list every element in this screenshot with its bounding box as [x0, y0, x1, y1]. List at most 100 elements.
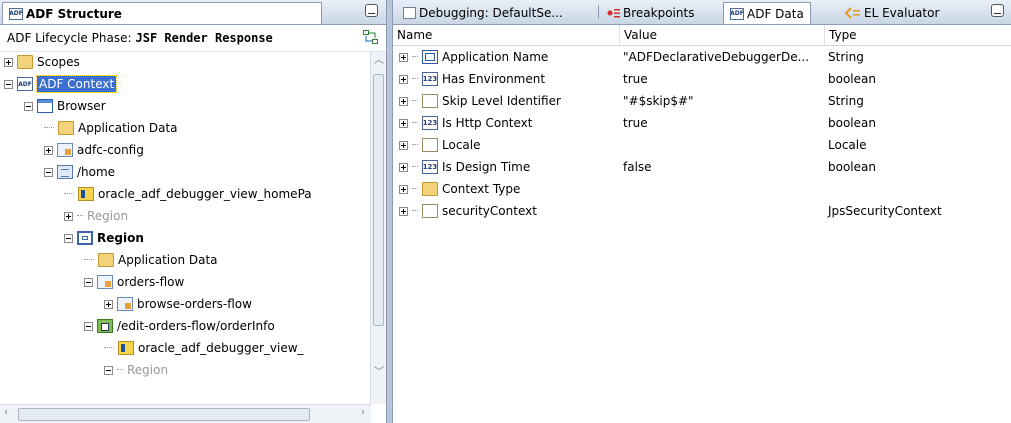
tree-node[interactable]: browse-orders-flow — [104, 294, 252, 314]
minimize-button[interactable] — [991, 4, 1004, 17]
tab-label: ADF Data — [747, 6, 804, 21]
scroll-up-icon[interactable]: ︿ — [374, 56, 384, 66]
column-name[interactable]: Name — [393, 25, 619, 45]
expand-icon[interactable] — [399, 206, 408, 216]
table-row[interactable]: Skip Level Identifier "#$skip$#" String — [393, 90, 1011, 112]
table-row[interactable]: 123 Is Http Context true boolean — [393, 112, 1011, 134]
tab-label: Breakpoints — [623, 6, 695, 20]
browser-icon — [37, 99, 53, 113]
expand-icon[interactable] — [4, 57, 13, 67]
jsp-icon — [118, 341, 134, 355]
column-type[interactable]: Type — [824, 25, 1011, 45]
tree-node-label: orders-flow — [117, 275, 185, 289]
field-icon — [422, 138, 438, 152]
tree-node[interactable]: oracle_adf_debugger_view_homePa — [64, 184, 312, 204]
tree-node[interactable]: ADF ADF Context — [4, 74, 118, 94]
adf-icon: ADF — [730, 7, 744, 20]
cell-name: 123 Is Design Time — [393, 160, 619, 174]
expand-icon[interactable] — [399, 96, 408, 106]
expand-icon[interactable] — [399, 140, 408, 150]
tree-node[interactable]: orders-flow — [84, 272, 184, 292]
tree-node[interactable]: /edit-orders-flow/orderInfo — [84, 316, 275, 336]
tree-node-label: browse-orders-flow — [137, 297, 252, 311]
adf-structure-panel: ADF ADF Structure ADF Lifecycle Phase: J… — [0, 0, 387, 423]
tree-node[interactable]: adfc-config — [44, 140, 144, 160]
tree-node[interactable]: Region — [64, 206, 128, 226]
tab-label: ADF Structure — [26, 6, 122, 21]
row-name: Has Environment — [442, 72, 546, 86]
row-name: Skip Level Identifier — [442, 94, 561, 108]
scroll-right-icon[interactable]: › — [361, 408, 365, 418]
tab-el-evaluator[interactable]: EL Evaluator — [839, 2, 945, 24]
table-row[interactable]: 123 Is Design Time false boolean — [393, 156, 1011, 178]
cell-name: Context Type — [393, 182, 619, 196]
adf-data-panel: Debugging: DefaultSe... Breakpoints ADF … — [392, 0, 1011, 423]
tree-node[interactable]: Region — [64, 228, 144, 248]
tree-node[interactable]: oracle_adf_debugger_view_ — [104, 338, 304, 358]
table-row[interactable]: 123 Has Environment true boolean — [393, 68, 1011, 90]
tab-adf-data[interactable]: ADF ADF Data — [723, 2, 811, 24]
structure-tree: Scopes ADF ADF Context Browser Application D… — [0, 52, 370, 404]
number-icon: 123 — [422, 160, 438, 174]
tab-adf-structure[interactable]: ADF ADF Structure — [2, 2, 322, 24]
tree-node-label: /home — [77, 165, 116, 179]
tree-node[interactable]: Region — [104, 360, 168, 380]
table-row[interactable]: Application Name "ADFDeclarativeDebuggerD… — [393, 46, 1011, 68]
tree-node[interactable]: Scopes — [4, 52, 80, 72]
collapse-icon[interactable] — [84, 277, 93, 287]
expand-icon[interactable] — [104, 299, 113, 309]
phase-label: ADF Lifecycle Phase: — [7, 31, 132, 45]
number-icon: 123 — [422, 116, 438, 130]
tree-connector — [104, 347, 114, 349]
column-value[interactable]: Value — [619, 25, 824, 45]
collapse-icon[interactable] — [24, 101, 33, 111]
minimize-button[interactable] — [365, 4, 378, 17]
expand-icon[interactable] — [399, 184, 408, 194]
row-value: true — [623, 72, 648, 86]
table-row[interactable]: Locale Locale — [393, 134, 1011, 156]
el-evaluator-icon — [845, 7, 860, 19]
collapse-icon[interactable] — [44, 167, 53, 177]
tree-node[interactable]: /home — [44, 162, 115, 182]
row-type: boolean — [828, 72, 876, 86]
tree-node-label: Application Data — [78, 121, 178, 135]
expand-icon[interactable] — [399, 52, 408, 62]
cell-name: Locale — [393, 138, 619, 152]
row-value: "#$skip$#" — [623, 94, 694, 108]
scroll-thumb[interactable] — [18, 408, 310, 421]
region-icon — [77, 231, 93, 245]
row-value: "ADFDeclarativeDebuggerDe... — [623, 50, 810, 64]
scroll-thumb[interactable] — [373, 74, 384, 326]
expand-icon[interactable] — [44, 145, 53, 155]
tab-debugging[interactable]: Debugging: DefaultSe... — [397, 2, 569, 24]
tree-connector — [412, 56, 418, 58]
expand-icon[interactable] — [399, 162, 408, 172]
tree-node[interactable]: Application Data — [44, 118, 178, 138]
lifecycle-phase-bar: ADF Lifecycle Phase: JSF Render Response — [0, 25, 386, 52]
cell-name: Skip Level Identifier — [393, 94, 619, 108]
field-icon — [422, 204, 438, 218]
row-name: Is Http Context — [442, 116, 533, 130]
table-row[interactable]: securityContext JpsSecurityContext — [393, 200, 1011, 222]
tab-breakpoints[interactable]: Breakpoints — [601, 2, 700, 24]
collapse-icon[interactable] — [104, 365, 113, 375]
scroll-left-icon[interactable]: ‹ — [4, 408, 8, 418]
tree-node[interactable]: Browser — [24, 96, 106, 116]
scroll-down-icon[interactable]: ﹀ — [374, 368, 384, 378]
horizontal-scrollbar[interactable]: ‹ › — [0, 404, 371, 423]
tree-node-label: Region — [127, 363, 169, 377]
tree-node[interactable]: Application Data — [84, 250, 218, 270]
data-table: Application Name "ADFDeclarativeDebuggerD… — [393, 46, 1011, 423]
row-name: Is Design Time — [442, 160, 531, 174]
collapse-icon[interactable] — [64, 233, 73, 243]
expand-icon[interactable] — [399, 74, 408, 84]
folder-icon — [17, 55, 33, 69]
expand-icon[interactable] — [399, 118, 408, 128]
table-row[interactable]: Context Type — [393, 178, 1011, 200]
collapse-icon[interactable] — [84, 321, 93, 331]
tree-connector — [412, 144, 418, 146]
vertical-scrollbar[interactable]: ︿ ﹀ — [370, 52, 386, 404]
expand-icon[interactable] — [64, 211, 73, 221]
collapse-icon[interactable] — [4, 79, 13, 89]
sync-icon[interactable] — [363, 30, 378, 44]
